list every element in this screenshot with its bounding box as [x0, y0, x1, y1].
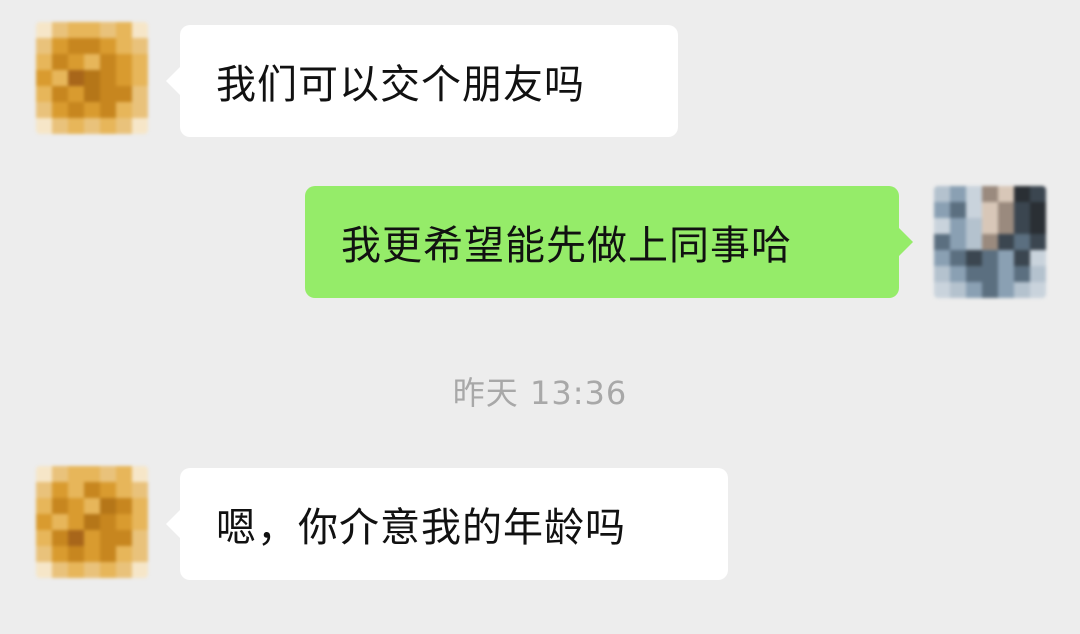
message-text: 我们可以交个朋友吗 [216, 62, 585, 108]
message-text: 嗯，你介意我的年龄吗 [216, 505, 626, 551]
contact-avatar[interactable] [36, 466, 148, 578]
contact-avatar[interactable] [36, 22, 148, 134]
outgoing-message-bubble[interactable]: 我更希望能先做上同事哈 [305, 186, 913, 298]
incoming-message-bubble[interactable]: 我们可以交个朋友吗 [166, 25, 678, 137]
user-avatar[interactable] [934, 186, 1046, 298]
incoming-message-bubble[interactable]: 嗯，你介意我的年龄吗 [166, 468, 728, 580]
chat-conversation: 我们可以交个朋友吗 我更希望能先做上同事哈 昨天 13:36 嗯，你介意我的年龄… [0, 0, 1080, 634]
message-timestamp: 昨天 13:36 [452, 374, 628, 412]
message-text: 我更希望能先做上同事哈 [341, 223, 792, 269]
